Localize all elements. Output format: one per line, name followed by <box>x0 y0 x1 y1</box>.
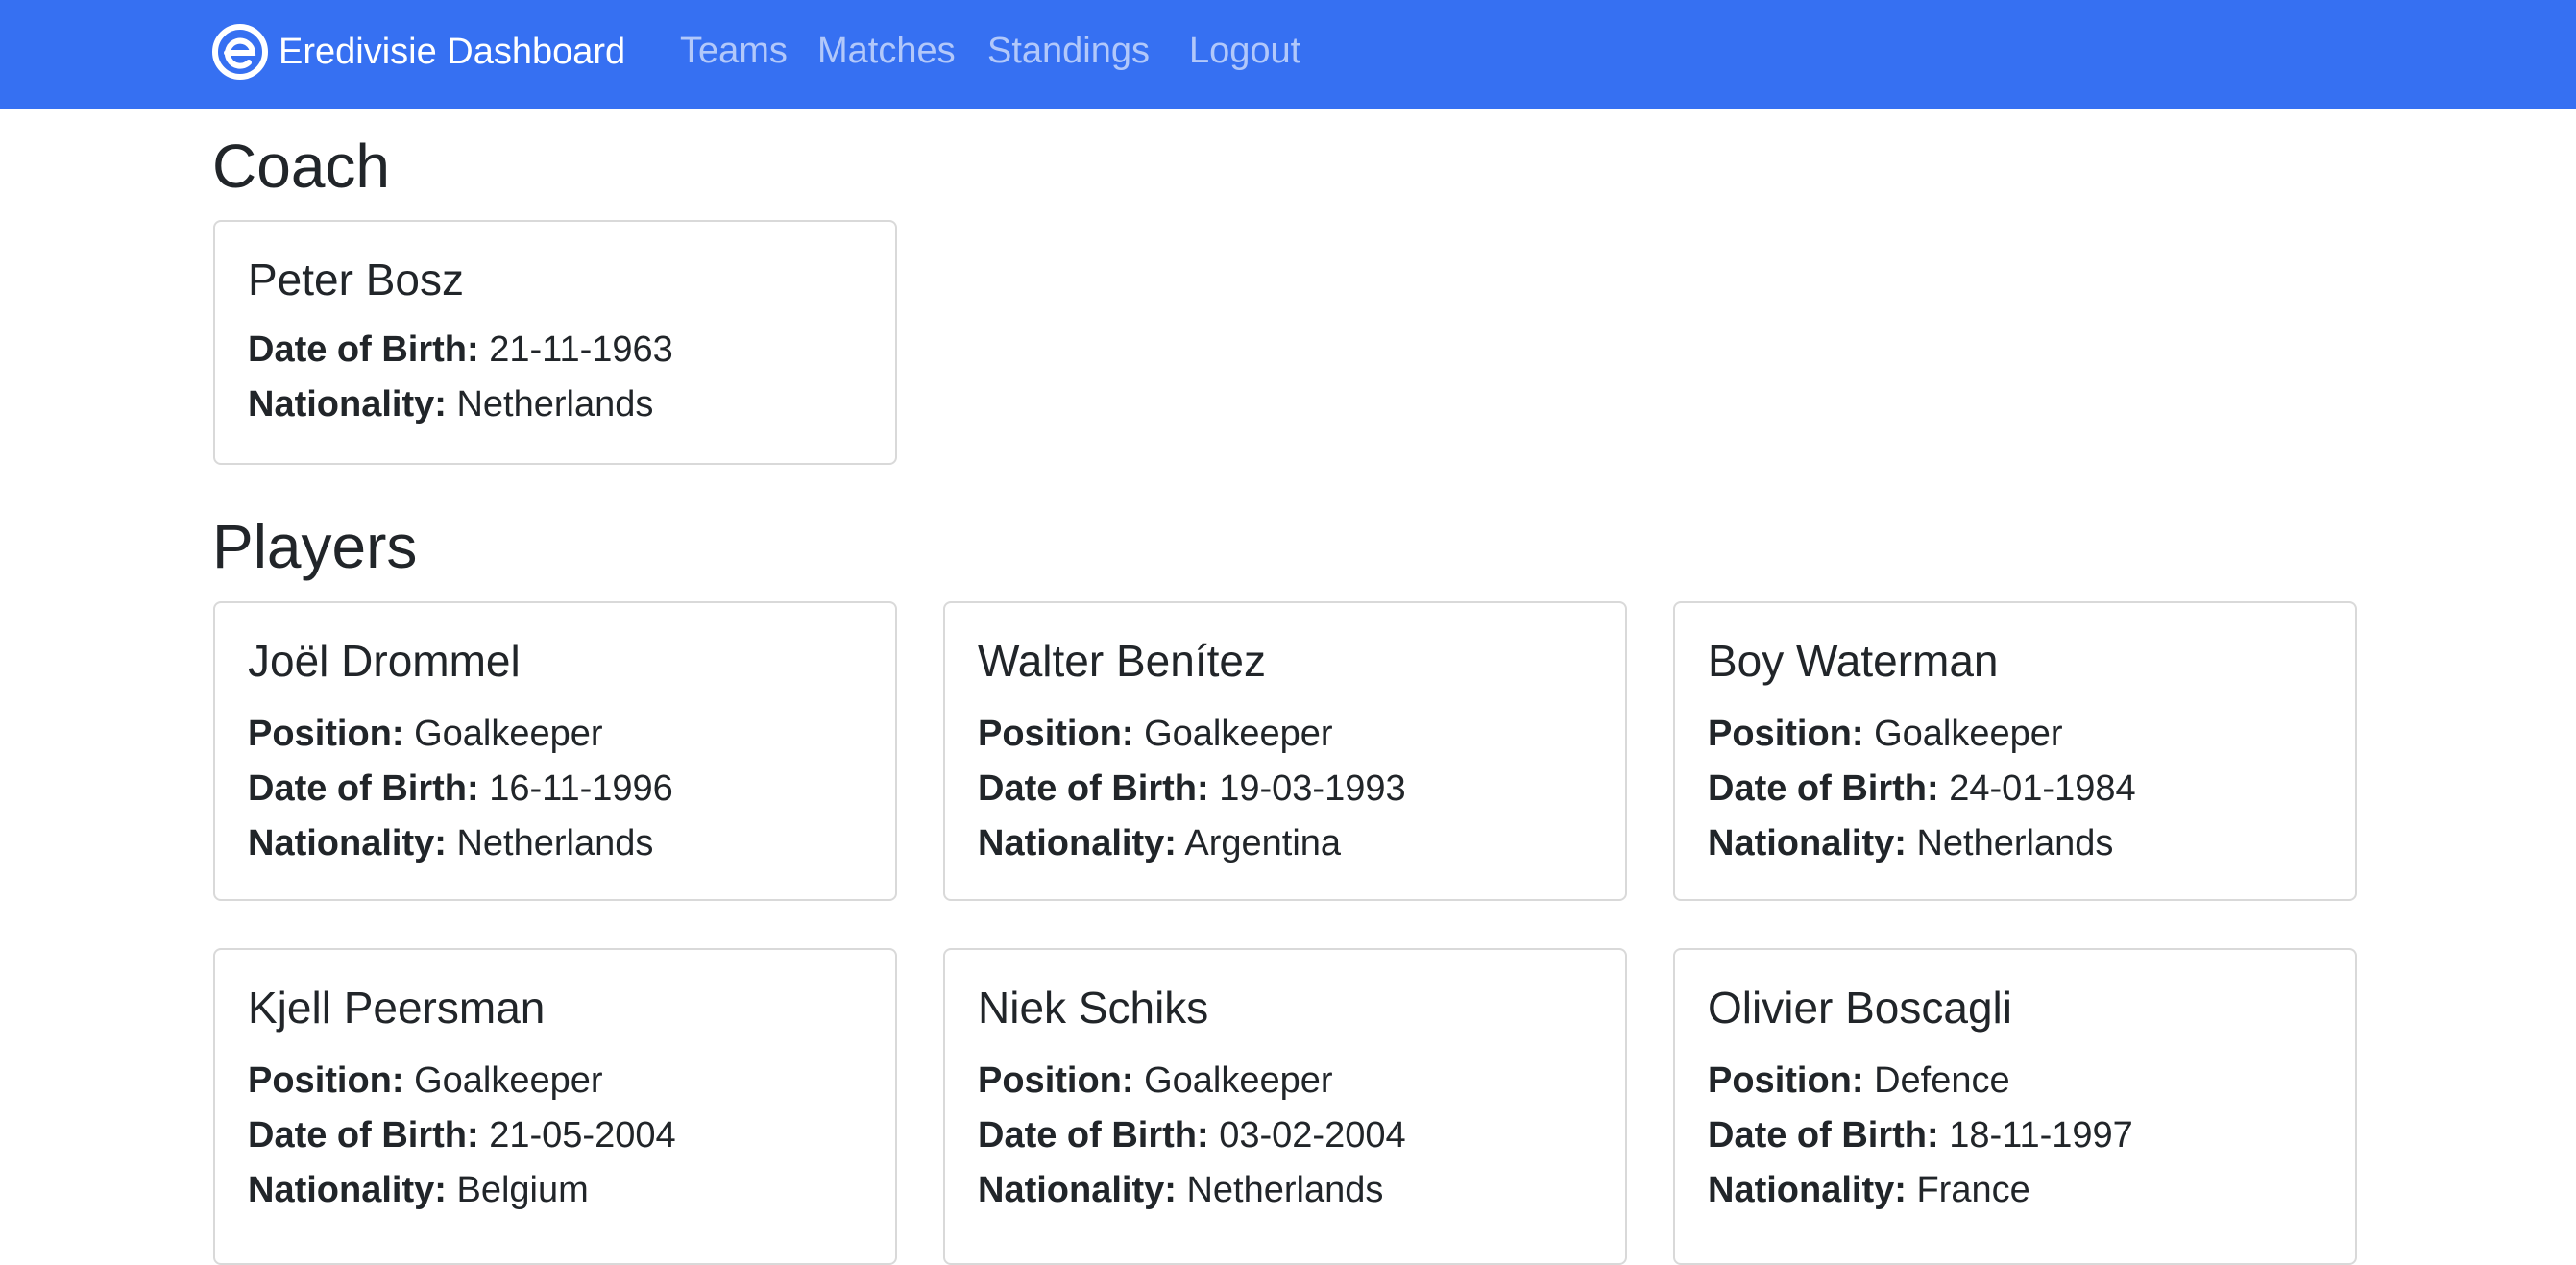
player-position-label: Position: <box>248 714 404 754</box>
player-nationality: Nationality: Argentina <box>978 822 1341 866</box>
nav-link-teams[interactable]: Teams <box>680 29 788 73</box>
player-nationality: Nationality: Netherlands <box>1708 822 2113 866</box>
player-dob-label: Date of Birth: <box>248 768 479 809</box>
player-dob-label: Date of Birth: <box>1708 1115 1939 1156</box>
player-position-value: Goalkeeper <box>414 714 603 754</box>
player-card: Olivier Boscagli Position: Defence Date of… <box>1673 948 2357 1265</box>
player-position: Position: Goalkeeper <box>978 1059 1333 1104</box>
coach-nationality-value: Netherlands <box>456 384 654 425</box>
player-name: Olivier Boscagli <box>1708 983 2012 1033</box>
player-name: Walter Benítez <box>978 636 1266 686</box>
player-position-value: Goalkeeper <box>1144 714 1333 754</box>
nav-link-standings[interactable]: Standings <box>987 29 1150 73</box>
player-position: Position: Goalkeeper <box>248 1059 603 1104</box>
player-dob: Date of Birth: 19-03-1993 <box>978 767 1406 812</box>
player-position: Position: Goalkeeper <box>1708 713 2063 757</box>
player-position: Position: Goalkeeper <box>978 713 1333 757</box>
player-position-value: Defence <box>1874 1060 2010 1101</box>
player-nationality-label: Nationality: <box>978 1170 1177 1210</box>
player-position: Position: Goalkeeper <box>248 713 603 757</box>
player-dob: Date of Birth: 03-02-2004 <box>978 1114 1406 1158</box>
player-position-label: Position: <box>978 714 1134 754</box>
coach-dob: Date of Birth: 21-11-1963 <box>248 328 673 373</box>
player-dob: Date of Birth: 21-05-2004 <box>248 1114 676 1158</box>
player-dob-label: Date of Birth: <box>248 1115 479 1156</box>
player-nationality-value: Netherlands <box>456 823 654 864</box>
player-nationality-label: Nationality: <box>1708 823 1907 864</box>
coach-nationality: Nationality: Netherlands <box>248 383 653 427</box>
player-nationality-value: Netherlands <box>1916 823 2114 864</box>
nav-link-logout[interactable]: Logout <box>1189 29 1300 73</box>
player-dob-value: 16-11-1996 <box>489 768 673 809</box>
player-dob-value: 21-05-2004 <box>489 1115 676 1156</box>
player-nationality: Nationality: Netherlands <box>978 1169 1383 1213</box>
eredivisie-logo-icon <box>212 24 268 80</box>
player-name: Joël Drommel <box>248 636 521 686</box>
brand-link[interactable]: Eredivisie Dashboard <box>211 21 625 83</box>
player-dob-value: 03-02-2004 <box>1219 1115 1406 1156</box>
player-nationality-label: Nationality: <box>1708 1170 1907 1210</box>
player-dob-value: 24-01-1984 <box>1949 768 2136 809</box>
dob-label: Date of Birth: <box>248 329 479 370</box>
player-dob: Date of Birth: 24-01-1984 <box>1708 767 2136 812</box>
player-nationality-label: Nationality: <box>248 1170 447 1210</box>
player-card: Kjell Peersman Position: Goalkeeper Date o… <box>213 948 897 1265</box>
player-name: Kjell Peersman <box>248 983 546 1033</box>
player-nationality: Nationality: France <box>1708 1169 2030 1213</box>
brand-title: Eredivisie Dashboard <box>279 32 626 72</box>
coach-name: Peter Bosz <box>248 255 464 304</box>
player-name: Niek Schiks <box>978 983 1209 1033</box>
coach-card: Peter Bosz Date of Birth: 21-11-1963 Nat… <box>213 220 897 465</box>
top-navbar: Eredivisie Dashboard Teams Matches Stand… <box>0 0 2576 109</box>
player-nationality-label: Nationality: <box>978 823 1177 864</box>
player-position-value: Goalkeeper <box>1874 714 2063 754</box>
player-position-label: Position: <box>248 1060 404 1101</box>
player-name: Boy Waterman <box>1708 636 1999 686</box>
nationality-label: Nationality: <box>248 384 447 425</box>
player-card: Niek Schiks Position: Goalkeeper Date of B… <box>943 948 1627 1265</box>
player-position-label: Position: <box>978 1060 1134 1101</box>
player-dob: Date of Birth: 16-11-1996 <box>248 767 673 812</box>
player-position-label: Position: <box>1708 714 1864 754</box>
player-card: Boy Waterman Position: Goalkeeper Date of … <box>1673 601 2357 901</box>
player-dob: Date of Birth: 18-11-1997 <box>1708 1114 2133 1158</box>
player-dob-value: 18-11-1997 <box>1949 1115 2133 1156</box>
player-position-value: Goalkeeper <box>414 1060 603 1101</box>
player-nationality: Nationality: Netherlands <box>248 822 653 866</box>
player-position: Position: Defence <box>1708 1059 2010 1104</box>
player-nationality-value: France <box>1916 1170 2030 1210</box>
player-card: Joël Drommel Position: Goalkeeper Date of … <box>213 601 897 901</box>
coach-section-title: Coach <box>212 132 390 201</box>
player-nationality-value: Argentina <box>1184 823 1342 864</box>
nav-link-matches[interactable]: Matches <box>817 29 956 73</box>
player-position-value: Goalkeeper <box>1144 1060 1333 1101</box>
player-dob-label: Date of Birth: <box>1708 768 1939 809</box>
player-position-label: Position: <box>1708 1060 1864 1101</box>
players-section-title: Players <box>212 512 418 581</box>
player-nationality-label: Nationality: <box>248 823 447 864</box>
player-dob-value: 19-03-1993 <box>1219 768 1406 809</box>
player-nationality-value: Netherlands <box>1186 1170 1384 1210</box>
player-nationality: Nationality: Belgium <box>248 1169 589 1213</box>
player-nationality-value: Belgium <box>456 1170 589 1210</box>
player-dob-label: Date of Birth: <box>978 768 1209 809</box>
coach-dob-value: 21-11-1963 <box>489 329 673 370</box>
player-card: Walter Benítez Position: Goalkeeper Date o… <box>943 601 1627 901</box>
player-dob-label: Date of Birth: <box>978 1115 1209 1156</box>
